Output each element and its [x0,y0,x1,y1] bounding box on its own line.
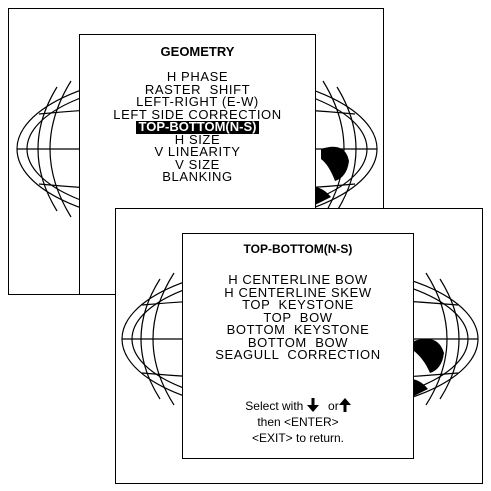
top-bottom-menu-list: H CENTERLINE BOW H CENTERLINE SKEW TOP KEY… [183,273,413,362]
help-select-or: or [328,398,339,413]
arrow-down-icon [306,397,319,412]
help-select-line: Select with or [183,397,413,414]
geometry-menu-list: H PHASE RASTER SHIFT LEFT-RIGHT (E-W) LEFT … [80,70,315,184]
top-bottom-screen: TOP-BOTTOM(N-S) H CENTERLINE BOW H CENTER… [115,208,483,484]
top-bottom-menu: TOP-BOTTOM(N-S) H CENTERLINE BOW H CENTER… [182,233,414,459]
geometry-menu-item[interactable]: BLANKING [80,169,315,184]
help-enter-line: then <ENTER> [257,414,339,429]
help-text: Select with or then <ENTER> <EXIT> to re… [183,397,413,446]
geometry-menu-item-label: BLANKING [162,169,233,184]
top-bottom-menu-item-label: SEAGULL CORRECTION [215,347,381,362]
help-exit-line: <EXIT> to return. [251,430,345,445]
help-select-prefix: Select with [245,398,304,413]
geometry-menu-title: GEOMETRY [160,44,235,59]
top-bottom-menu-item[interactable]: SEAGULL CORRECTION [183,347,413,362]
arrow-up-icon [338,397,351,412]
top-bottom-menu-title: TOP-BOTTOM(N-S) [243,242,353,256]
